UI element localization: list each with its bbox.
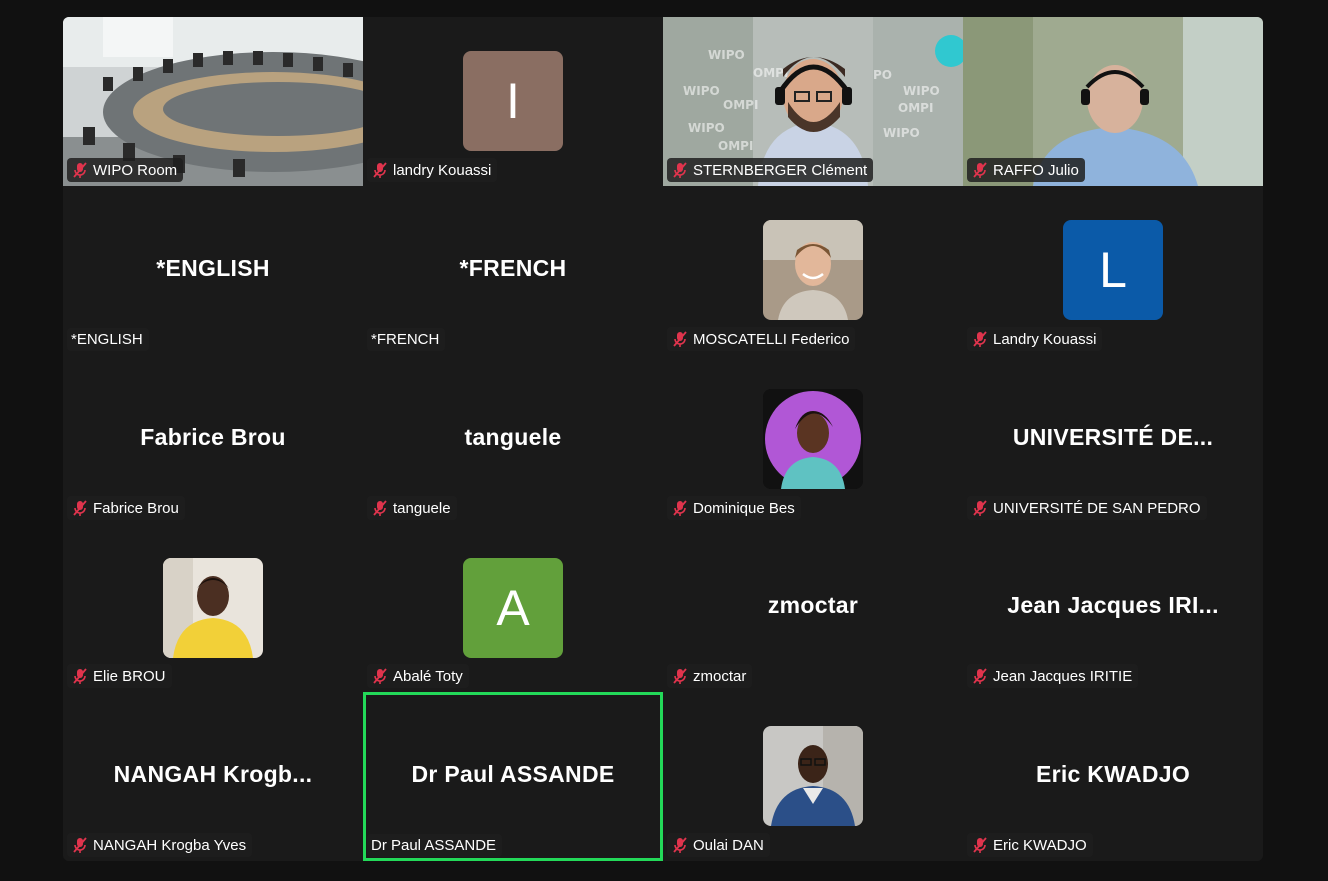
profile-photo: [163, 558, 263, 658]
svg-text:WIPO: WIPO: [708, 48, 745, 62]
participant-display-name: Dr Paul ASSANDE: [411, 760, 615, 787]
svg-text:OMPI: OMPI: [723, 98, 758, 112]
participant-tile-raffo[interactable]: RAFFO Julio: [963, 17, 1263, 186]
participant-name-label: MOSCATELLI Federico: [667, 327, 856, 351]
muted-mic-icon: [373, 668, 387, 684]
participant-display-name: *FRENCH: [459, 254, 567, 281]
participant-display-name: Fabrice Brou: [140, 423, 286, 450]
avatar-initial: A: [463, 558, 563, 658]
participant-tile-eric-kwadjo[interactable]: Eric KWADJO Eric KWADJO: [963, 692, 1263, 861]
participant-name-label: Dominique Bes: [667, 496, 801, 520]
muted-mic-icon: [73, 500, 87, 516]
muted-mic-icon: [73, 668, 87, 684]
participant-display-name: Jean Jacques IRI...: [1007, 591, 1219, 618]
svg-text:WIPO: WIPO: [683, 84, 720, 98]
svg-text:OMPI: OMPI: [718, 139, 753, 153]
participant-tile-english[interactable]: *ENGLISH *ENGLISH: [63, 186, 363, 355]
participant-name-label: Eric KWADJO: [967, 833, 1093, 857]
participant-tile-tanguele[interactable]: tanguele tanguele: [363, 355, 663, 524]
muted-mic-icon: [73, 162, 87, 178]
participant-name-label: zmoctar: [667, 664, 753, 688]
participant-tile-abale-toty[interactable]: A Abalé Toty: [363, 524, 663, 692]
muted-mic-icon: [673, 668, 687, 684]
muted-mic-icon: [373, 500, 387, 516]
participant-name-label: Elie BROU: [67, 664, 172, 688]
avatar-initial: I: [463, 51, 563, 151]
participant-display-name: tanguele: [464, 423, 562, 450]
muted-mic-icon: [973, 331, 987, 347]
participant-name-label: Abalé Toty: [367, 664, 469, 688]
profile-photo: [763, 726, 863, 826]
svg-text:OMPI: OMPI: [898, 101, 933, 115]
muted-mic-icon: [673, 331, 687, 347]
participant-tile-landry-kouassi[interactable]: L Landry Kouassi: [963, 186, 1263, 355]
participant-display-name: UNIVERSITÉ DE...: [1012, 423, 1214, 450]
muted-mic-icon: [973, 668, 987, 684]
participant-name-label: WIPO Room: [67, 158, 184, 182]
participant-name-label: UNIVERSITÉ DE SAN PEDRO: [967, 496, 1207, 520]
participant-name-label: Dr Paul ASSANDE: [367, 834, 503, 857]
participant-name-label: landry Kouassi: [367, 158, 498, 182]
participant-tile-paul-assande-active-speaker[interactable]: Dr Paul ASSANDE Dr Paul ASSANDE: [363, 692, 663, 861]
participant-name-label: tanguele: [367, 496, 457, 520]
muted-mic-icon: [973, 837, 987, 853]
muted-mic-icon: [973, 162, 987, 178]
participant-tile-oulai-dan[interactable]: Oulai DAN: [663, 692, 963, 861]
muted-mic-icon: [73, 837, 87, 853]
svg-text:WIPO: WIPO: [883, 126, 920, 140]
participant-tile-wipo-room[interactable]: WIPO Room: [63, 17, 363, 186]
participant-tile-nangah[interactable]: NANGAH Krogb... NANGAH Krogba Yves: [63, 692, 363, 861]
participant-tile-fabrice-brou[interactable]: Fabrice Brou Fabrice Brou: [63, 355, 363, 524]
svg-text:PO: PO: [873, 68, 892, 82]
muted-mic-icon: [673, 837, 687, 853]
muted-mic-icon: [973, 500, 987, 516]
participant-tile-moscatelli[interactable]: MOSCATELLI Federico: [663, 186, 963, 355]
participant-tile-french[interactable]: *FRENCH *FRENCH: [363, 186, 663, 355]
participant-display-name: *ENGLISH: [156, 254, 270, 281]
muted-mic-icon: [673, 162, 687, 178]
participant-tile-jean-jacques-iritie[interactable]: Jean Jacques IRI... Jean Jacques IRITIE: [963, 524, 1263, 692]
participant-tile-landry-kouassi-lower[interactable]: I landry Kouassi: [363, 17, 663, 186]
participant-tile-sternberger[interactable]: WIPO OMPI WIPO OMPI WIPO OMPI PO WIPO OMPI WIP…: [663, 17, 963, 186]
svg-text:WIPO: WIPO: [903, 84, 940, 98]
participant-name-label: STERNBERGER Clément: [667, 158, 874, 182]
participant-name-label: Oulai DAN: [667, 833, 770, 857]
participant-name-label: *FRENCH: [367, 328, 446, 351]
participant-display-name: NANGAH Krogb...: [113, 760, 313, 787]
participant-tile-dominique-bes[interactable]: Dominique Bes: [663, 355, 963, 524]
profile-photo: [763, 389, 863, 489]
participant-name-label: Fabrice Brou: [67, 496, 185, 520]
avatar-initial: L: [1063, 220, 1163, 320]
participant-tile-universite-san-pedro[interactable]: UNIVERSITÉ DE... UNIVERSITÉ DE SAN PEDRO: [963, 355, 1263, 524]
participant-name-label: Landry Kouassi: [967, 327, 1103, 351]
participant-display-name: zmoctar: [767, 591, 859, 618]
muted-mic-icon: [373, 162, 387, 178]
participant-display-name: Eric KWADJO: [1035, 760, 1191, 787]
participant-name-label: NANGAH Krogba Yves: [67, 833, 253, 857]
profile-photo: [763, 220, 863, 320]
muted-mic-icon: [673, 500, 687, 516]
video-gallery: WIPO Room I landry Kouassi WIPO OMPI WIPO …: [63, 17, 1263, 861]
participant-name-label: RAFFO Julio: [967, 158, 1085, 182]
participant-name-label: Jean Jacques IRITIE: [967, 664, 1139, 688]
participant-tile-zmoctar[interactable]: zmoctar zmoctar: [663, 524, 963, 692]
svg-text:WIPO: WIPO: [688, 121, 725, 135]
participant-name-label: *ENGLISH: [67, 328, 149, 351]
participant-tile-elie-brou[interactable]: Elie BROU: [63, 524, 363, 692]
